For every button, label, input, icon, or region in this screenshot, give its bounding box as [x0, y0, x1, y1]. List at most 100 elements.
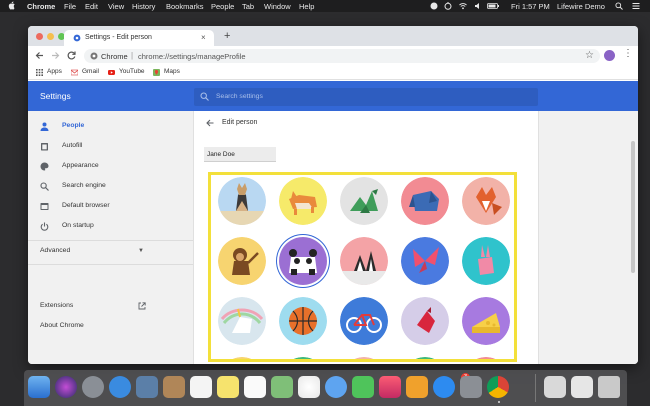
sidebar-item-appearance[interactable]: Appearance — [28, 158, 193, 176]
menu-edit[interactable]: Edit — [85, 2, 98, 11]
notification-center-icon[interactable] — [632, 2, 640, 10]
trash-icon[interactable] — [598, 376, 620, 398]
sidebar-item-search-engine[interactable]: Search engine — [28, 178, 193, 196]
avatar-bicycle[interactable] — [340, 297, 388, 345]
gmail-icon — [71, 69, 78, 76]
itunes-icon[interactable] — [379, 376, 401, 398]
avatar-penguin[interactable] — [340, 237, 388, 285]
person-name-input[interactable] — [204, 147, 276, 162]
url-text[interactable]: chrome://settings/manageProfile — [138, 52, 246, 61]
bookmark-gmail[interactable]: Gmail — [82, 68, 99, 75]
avatar-row4-2[interactable] — [279, 357, 327, 359]
bookmark-star-icon[interactable]: ☆ — [585, 50, 594, 61]
system-preferences-icon[interactable] — [460, 376, 482, 398]
bookmark-maps[interactable]: Maps — [164, 68, 180, 75]
contacts-icon[interactable] — [163, 376, 185, 398]
siri-icon[interactable] — [55, 376, 77, 398]
finder-icon[interactable] — [28, 376, 50, 398]
messages-icon[interactable] — [325, 376, 347, 398]
sidebar-item-people[interactable]: People — [28, 118, 193, 136]
photo-preview-icon[interactable] — [136, 376, 158, 398]
close-tab-icon[interactable]: × — [201, 33, 206, 42]
avatar-basketball[interactable] — [279, 297, 327, 345]
menu-bookmarks[interactable]: Bookmarks — [166, 2, 204, 11]
browser-tab[interactable]: Settings - Edit person × — [64, 30, 214, 46]
edit-person-title: Edit person — [222, 119, 258, 126]
chrome-menu-icon[interactable]: ⋮ — [623, 49, 633, 59]
chrome-dock-icon[interactable] — [487, 376, 509, 398]
avatar-cheese[interactable] — [462, 297, 510, 345]
safari-icon[interactable] — [109, 376, 131, 398]
apple-icon[interactable] — [8, 1, 15, 10]
avatar-row4-5[interactable] — [462, 357, 510, 359]
launchpad-icon[interactable] — [82, 376, 104, 398]
avatar-panda[interactable] — [279, 237, 327, 285]
avatar-butterfly[interactable] — [401, 237, 449, 285]
photos-icon[interactable] — [298, 376, 320, 398]
menu-view[interactable]: View — [108, 2, 124, 11]
address-bar[interactable]: Chrome | chrome://settings/manageProfile — [84, 49, 600, 63]
notes-icon[interactable] — [217, 376, 239, 398]
page-scrollbar[interactable] — [628, 111, 638, 364]
sidebar-advanced[interactable]: Advanced — [40, 247, 70, 254]
avatar-dragon[interactable] — [340, 177, 388, 225]
avatar-cat[interactable] — [218, 177, 266, 225]
documents-stack-icon[interactable] — [544, 376, 566, 398]
page-title: Settings — [40, 91, 71, 101]
sidebar-extensions[interactable]: Extensions — [40, 302, 73, 309]
maps-app-icon[interactable] — [271, 376, 293, 398]
forward-icon[interactable] — [50, 50, 61, 61]
spotlight-icon[interactable] — [615, 2, 623, 10]
menu-file[interactable]: File — [64, 2, 76, 11]
wifi-icon[interactable] — [459, 2, 467, 10]
close-window-button[interactable] — [36, 33, 43, 40]
avatar-monkey[interactable] — [218, 237, 266, 285]
menu-user[interactable]: Lifewire Demo — [557, 2, 605, 11]
profile-avatar-button[interactable] — [604, 50, 615, 61]
battery-icon[interactable] — [487, 2, 499, 10]
maps-icon — [153, 69, 160, 76]
avatar-row4-1[interactable] — [218, 357, 266, 359]
avatar-row4-3[interactable] — [340, 357, 388, 359]
site-label: Chrome — [101, 52, 128, 61]
menu-window[interactable]: Window — [264, 2, 291, 11]
dark-mode-icon[interactable] — [430, 2, 438, 10]
avatar-unicorn[interactable] — [218, 297, 266, 345]
avatar-elephant[interactable] — [401, 177, 449, 225]
external-link-icon[interactable] — [138, 302, 146, 310]
volume-icon[interactable] — [474, 2, 482, 10]
reload-icon[interactable] — [66, 50, 77, 61]
reminders-icon[interactable] — [244, 376, 266, 398]
new-tab-icon[interactable]: + — [224, 31, 230, 42]
avatar-bird[interactable] — [401, 297, 449, 345]
books-icon[interactable] — [406, 376, 428, 398]
bookmark-apps[interactable]: Apps — [47, 68, 62, 75]
sidebar-item-autofill[interactable]: Autofill — [28, 138, 193, 156]
minimize-window-button[interactable] — [47, 33, 54, 40]
menu-history[interactable]: History — [132, 2, 155, 11]
settings-search-input[interactable]: Search settings — [194, 88, 538, 106]
chevron-down-icon[interactable]: ▼ — [138, 248, 144, 254]
avatar-rabbit[interactable] — [462, 237, 510, 285]
downloads-stack-icon[interactable] — [571, 376, 593, 398]
menu-tab[interactable]: Tab — [242, 2, 254, 11]
bookmark-youtube[interactable]: YouTube — [119, 68, 145, 75]
sidebar-item-on-startup[interactable]: On startup — [28, 218, 193, 236]
sidebar-about-chrome[interactable]: About Chrome — [40, 322, 84, 329]
sidebar-item-default-browser[interactable]: Default browser — [28, 198, 193, 216]
calendar-icon[interactable] — [190, 376, 212, 398]
avatar-corgi[interactable] — [279, 177, 327, 225]
menu-chrome[interactable]: Chrome — [27, 2, 55, 11]
app-store-icon[interactable] — [433, 376, 455, 398]
back-icon[interactable] — [34, 50, 45, 61]
menu-help[interactable]: Help — [299, 2, 314, 11]
avatar-row4-4[interactable] — [401, 357, 449, 359]
avatar-fox[interactable] — [462, 177, 510, 225]
menu-clock[interactable]: Fri 1:57 PM — [511, 2, 550, 11]
menu-people[interactable]: People — [211, 2, 234, 11]
timer-icon[interactable] — [444, 2, 452, 10]
power-icon — [40, 222, 49, 231]
back-arrow-icon[interactable] — [205, 118, 215, 128]
facetime-icon[interactable] — [352, 376, 374, 398]
scrollbar-thumb[interactable] — [631, 141, 635, 273]
